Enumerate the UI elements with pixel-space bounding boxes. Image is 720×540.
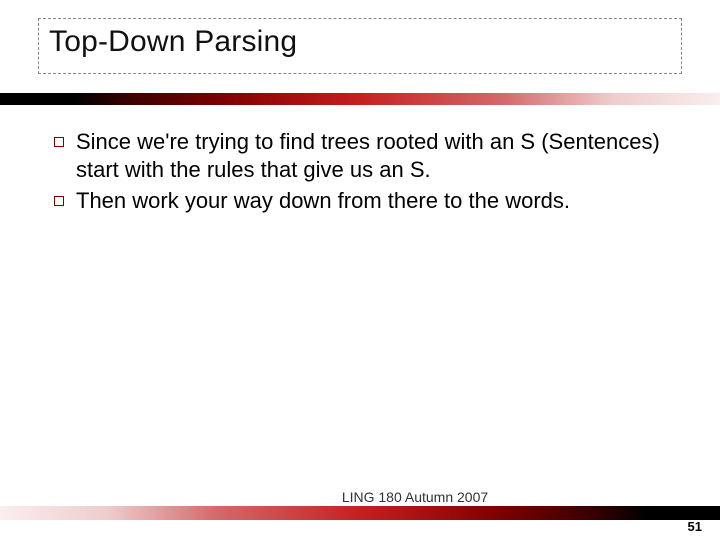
- bullet-square-icon: [54, 196, 64, 206]
- page-number: 51: [688, 519, 702, 534]
- top-rule-bar: [0, 93, 720, 105]
- slide-title: Top-Down Parsing: [49, 25, 671, 59]
- bullet-text: Since we're trying to find trees rooted …: [76, 128, 666, 183]
- slide: Top-Down Parsing Since we're trying to f…: [0, 0, 720, 540]
- bullet-square-icon: [54, 137, 64, 147]
- bullet-item: Since we're trying to find trees rooted …: [54, 128, 666, 183]
- bottom-rule-bar: [0, 506, 720, 520]
- content-area: Since we're trying to find trees rooted …: [54, 128, 666, 219]
- title-box: Top-Down Parsing: [38, 18, 682, 74]
- bullet-item: Then work your way down from there to th…: [54, 187, 666, 215]
- bullet-text: Then work your way down from there to th…: [76, 187, 570, 215]
- footer-text: LING 180 Autumn 2007: [55, 489, 720, 505]
